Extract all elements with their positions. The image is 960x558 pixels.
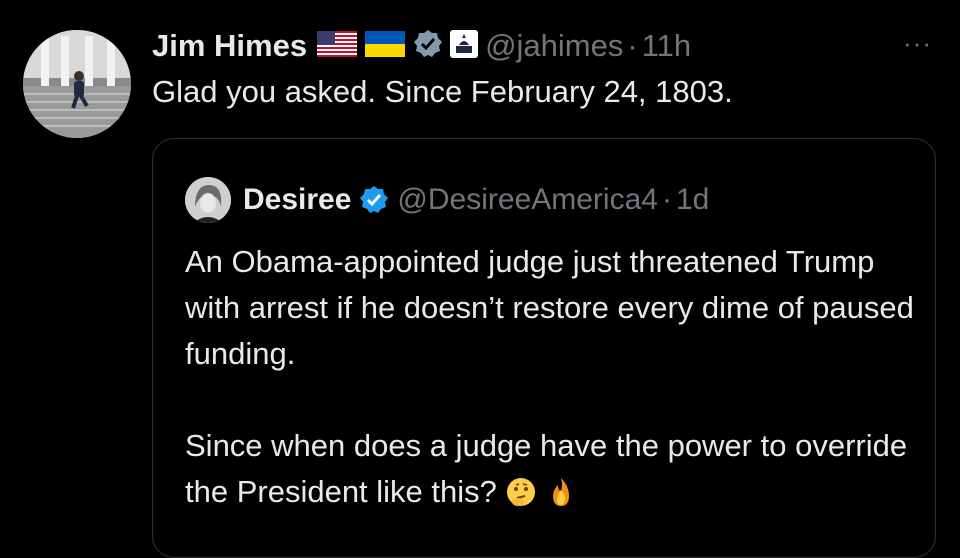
quoted-paragraph-2: Since when does a judge have the power t…: [185, 423, 925, 521]
tweet-text: Glad you asked. Since February 24, 1803.: [152, 74, 733, 109]
author-name[interactable]: Jim Himes: [152, 28, 307, 64]
tweet-header: Jim Himes @jahimes · 11h: [152, 26, 691, 66]
ukraine-flag-icon: [365, 30, 406, 62]
quoted-paragraph-1: An Obama-appointed judge just threatened…: [185, 244, 914, 371]
author-handle[interactable]: @jahimes: [485, 28, 623, 64]
quoted-tweet[interactable]: Desiree @DesireeAmerica4 · 1d An Obama-a…: [152, 138, 936, 558]
quoted-author-avatar[interactable]: [185, 177, 231, 223]
fire-emoji: [545, 475, 577, 521]
capitol-affiliate-icon[interactable]: [449, 29, 479, 64]
author-avatar[interactable]: [23, 30, 131, 138]
more-options-icon[interactable]: ···: [903, 28, 932, 59]
quoted-author-handle[interactable]: @DesireeAmerica4: [397, 183, 658, 217]
quoted-tweet-time[interactable]: 1d: [676, 183, 709, 217]
us-flag-icon: [317, 30, 358, 62]
blue-verified-badge-icon[interactable]: [359, 185, 389, 215]
quoted-tweet-text: An Obama-appointed judge just threatened…: [185, 239, 925, 521]
quoted-tweet-header: Desiree @DesireeAmerica4 · 1d: [185, 177, 709, 223]
tweet-time[interactable]: 11h: [642, 28, 691, 64]
separator-dot: ·: [627, 28, 638, 63]
quoted-author-name[interactable]: Desiree: [243, 183, 351, 217]
thinking-face-emoji: [505, 475, 537, 521]
separator-dot: ·: [661, 183, 672, 216]
gray-verified-badge-icon[interactable]: [413, 29, 443, 64]
